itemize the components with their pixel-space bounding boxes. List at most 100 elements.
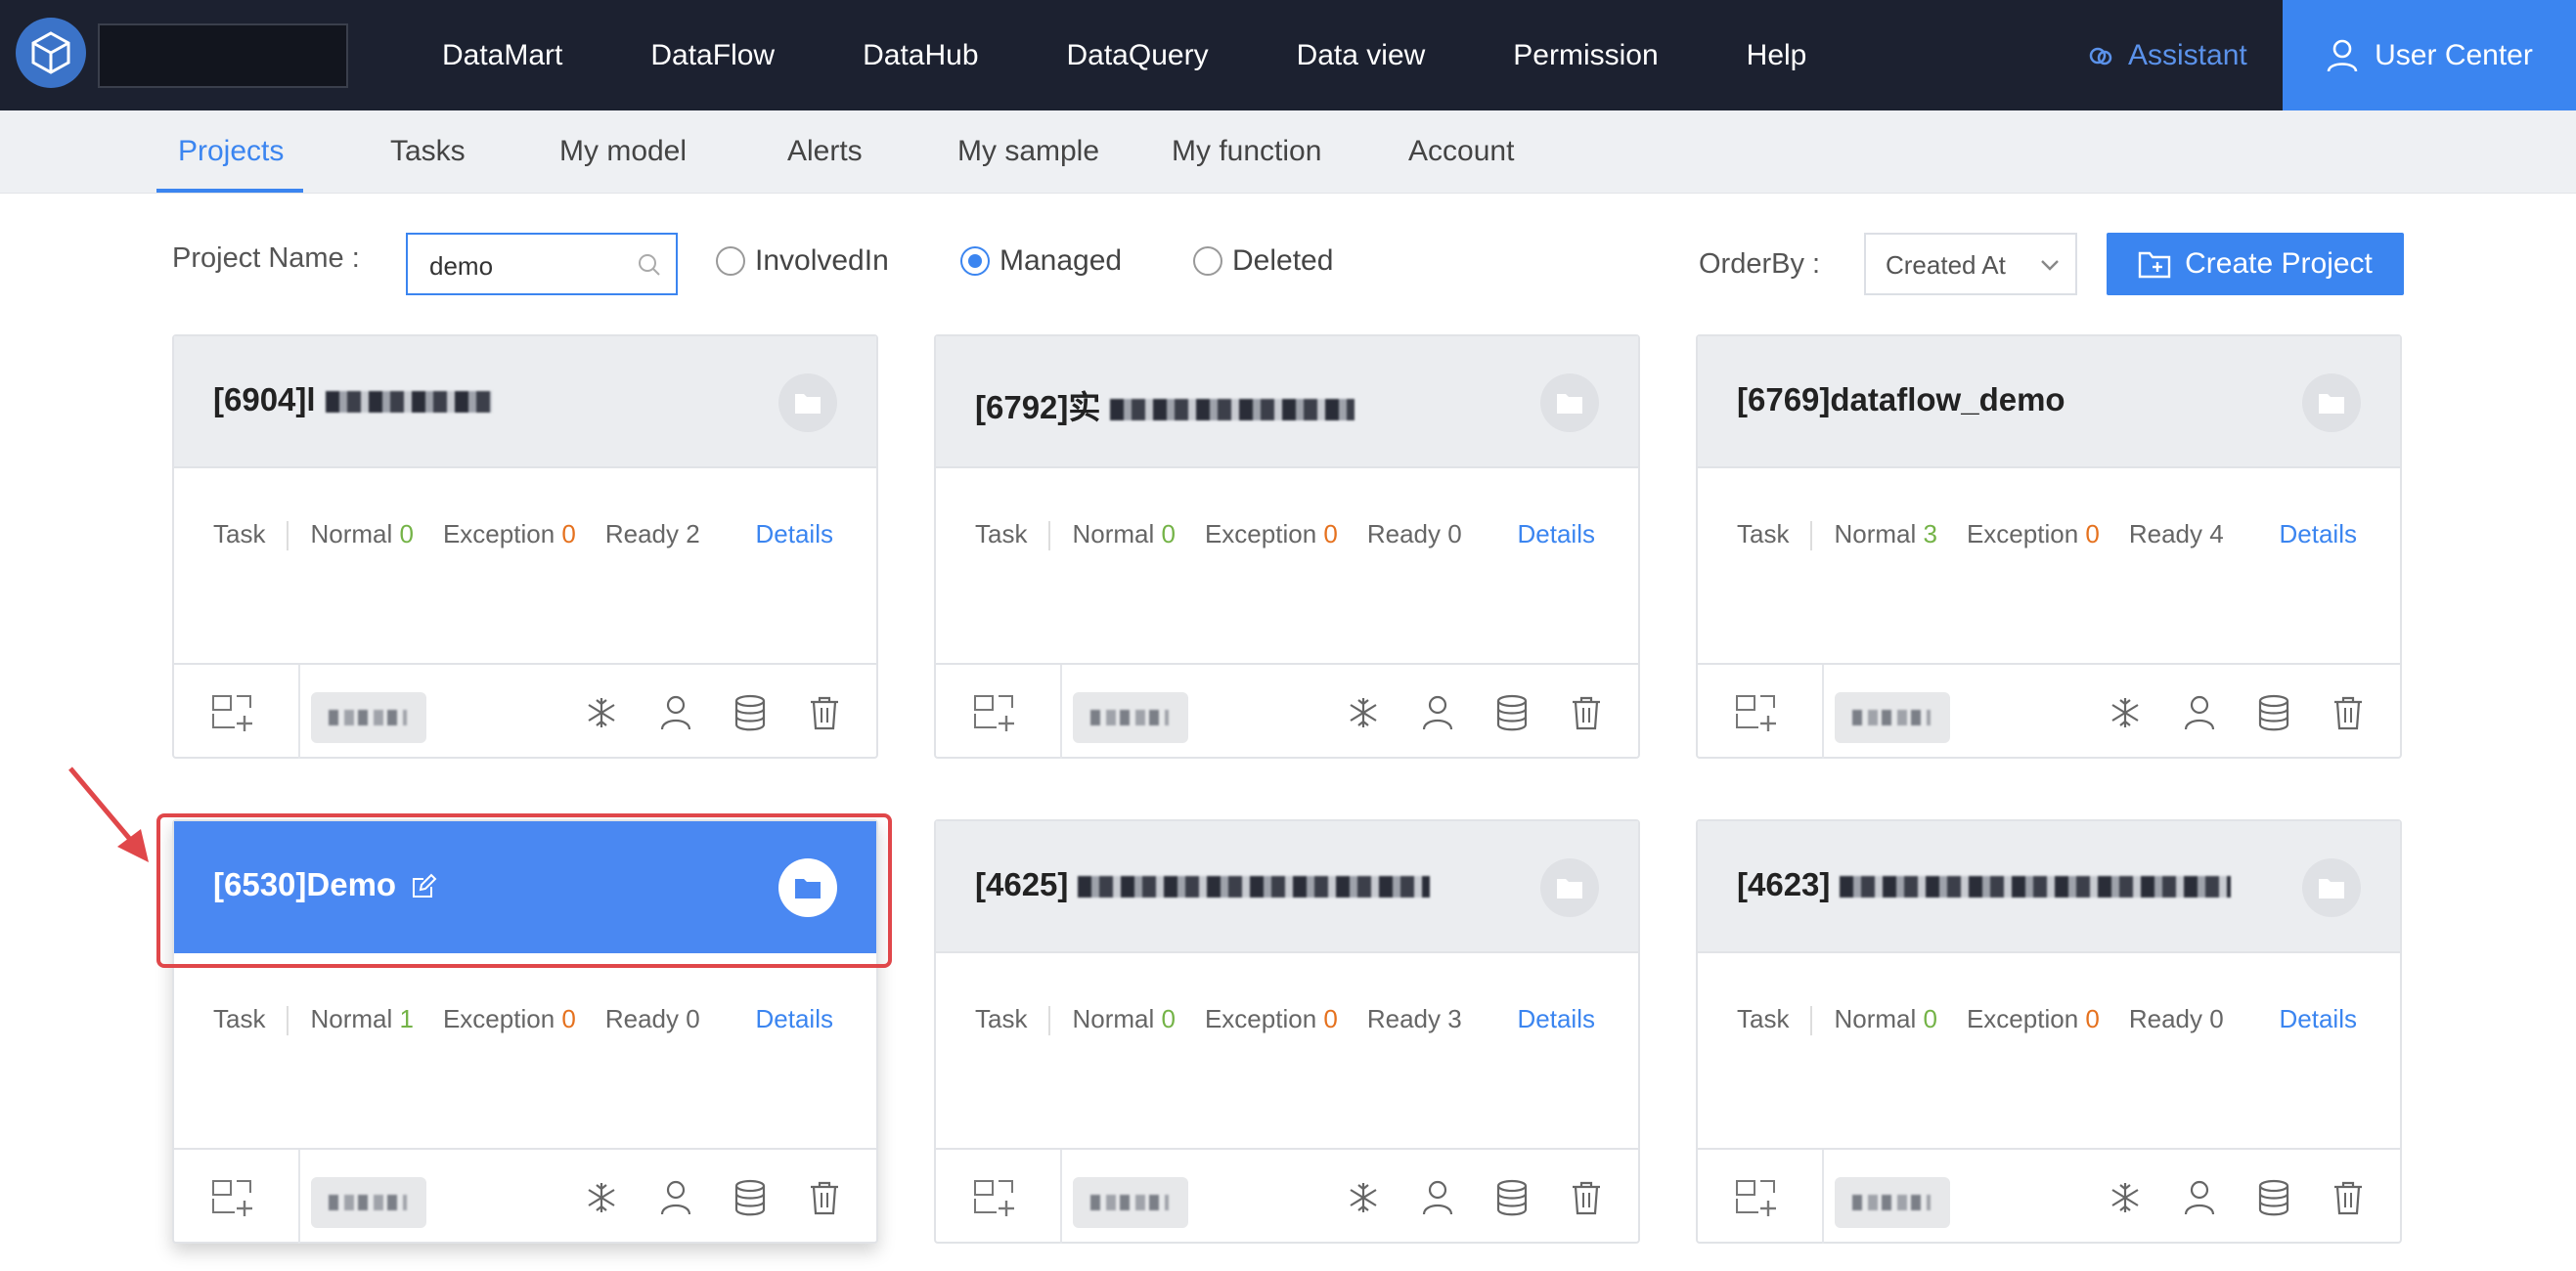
nav-item-help[interactable]: Help [1747, 39, 1807, 72]
details-link[interactable]: Details [1518, 1004, 1595, 1034]
project-card[interactable]: [4623] Task Normal 0 Exception 0 Ready 0 Deta… [1696, 819, 2402, 1244]
create-project-button[interactable]: Create Project [2107, 233, 2404, 295]
project-card[interactable]: [6904]l Task Normal 0 Exception 0 Ready 2 Det… [172, 334, 878, 759]
card-header[interactable]: [4623] [1698, 821, 2400, 953]
open-folder-button[interactable] [1540, 858, 1599, 917]
card-title[interactable]: [6904]l [213, 381, 492, 418]
database-icon[interactable] [1495, 1179, 1529, 1216]
trash-icon[interactable] [808, 694, 841, 731]
project-card[interactable]: [6792]实 Task Normal 0 Exception 0 Ready 0 Det… [934, 334, 1640, 759]
project-name-label: Project Name : [172, 242, 360, 274]
card-title[interactable]: [4625] [975, 866, 1431, 903]
snowflake-icon[interactable] [1347, 694, 1380, 731]
tab-tasks[interactable]: Tasks [390, 110, 466, 193]
details-link[interactable]: Details [1518, 519, 1595, 549]
database-icon[interactable] [733, 694, 767, 731]
open-folder-button[interactable] [2302, 373, 2361, 432]
redacted-title [1110, 399, 1355, 421]
radio-managed[interactable]: Managed [960, 244, 1122, 278]
nav-item-data-view[interactable]: Data view [1297, 39, 1426, 72]
trash-icon[interactable] [2332, 1179, 2365, 1216]
card-header[interactable]: [4625] [936, 821, 1638, 953]
details-link[interactable]: Details [2280, 519, 2357, 549]
add-member-icon[interactable] [973, 694, 1016, 738]
nav-item-dataflow[interactable]: DataFlow [650, 39, 775, 72]
add-member-icon[interactable] [1735, 694, 1778, 738]
details-link[interactable]: Details [756, 519, 833, 549]
nav-item-datamart[interactable]: DataMart [442, 39, 562, 72]
card-header[interactable]: [6792]实 [936, 336, 1638, 468]
assistant-button[interactable]: Assistant [2087, 0, 2247, 110]
exception-label: Exception [442, 519, 555, 548]
user-icon[interactable] [1421, 1179, 1454, 1216]
card-header[interactable]: [6769]dataflow_demo [1698, 336, 2400, 468]
add-member-icon[interactable] [973, 1179, 1016, 1223]
owner-badge [311, 1177, 426, 1228]
snowflake-icon[interactable] [585, 1179, 618, 1216]
card-title[interactable]: [6792]实 [975, 381, 1355, 428]
exception-label: Exception [1204, 1004, 1317, 1033]
nav-item-permission[interactable]: Permission [1513, 39, 1658, 72]
folder-icon [2319, 879, 2344, 898]
tab-my-model[interactable]: My model [559, 110, 687, 193]
snowflake-icon[interactable] [2109, 1179, 2142, 1216]
card-title-text: [6792]实 [975, 389, 1101, 425]
tab-my-function[interactable]: My function [1172, 110, 1321, 193]
user-icon[interactable] [2183, 694, 2216, 731]
database-icon[interactable] [733, 1179, 767, 1216]
card-title[interactable]: [6769]dataflow_demo [1737, 381, 2065, 418]
radio-circle[interactable] [716, 246, 745, 276]
card-header[interactable]: [6904]l [174, 336, 876, 468]
app-logo[interactable] [16, 18, 86, 88]
tab-account[interactable]: Account [1408, 110, 1514, 193]
annotation-arrow-icon [68, 767, 149, 862]
brand-name-box [98, 23, 348, 88]
open-folder-button[interactable] [2302, 858, 2361, 917]
radio-circle[interactable] [960, 246, 990, 276]
tab-alerts[interactable]: Alerts [787, 110, 863, 193]
details-link[interactable]: Details [2280, 1004, 2357, 1034]
database-icon[interactable] [2257, 1179, 2290, 1216]
snowflake-icon[interactable] [585, 694, 618, 731]
normal-count: 0 [1923, 1004, 1937, 1033]
tab-my-sample[interactable]: My sample [957, 110, 1099, 193]
trash-icon[interactable] [1570, 1179, 1603, 1216]
snowflake-icon[interactable] [2109, 694, 2142, 731]
tab-projects[interactable]: Projects [178, 110, 284, 193]
open-folder-button[interactable] [1540, 373, 1599, 432]
radio-deleted[interactable]: Deleted [1193, 244, 1333, 278]
project-search-box[interactable] [406, 233, 678, 295]
add-member-icon[interactable] [211, 694, 254, 738]
user-icon[interactable] [2183, 1179, 2216, 1216]
card-actions [544, 1179, 841, 1216]
database-icon[interactable] [1495, 694, 1529, 731]
trash-icon[interactable] [1570, 694, 1603, 731]
trash-icon[interactable] [2332, 694, 2365, 731]
add-member-icon[interactable] [1735, 1179, 1778, 1223]
database-icon[interactable] [2257, 694, 2290, 731]
task-label: Task [1737, 1004, 1790, 1033]
details-link[interactable]: Details [756, 1004, 833, 1034]
user-icon[interactable] [659, 694, 692, 731]
radio-involved-in[interactable]: InvolvedIn [716, 244, 889, 278]
project-search-input[interactable] [427, 246, 627, 285]
add-member-icon[interactable] [211, 1179, 254, 1223]
open-folder-button[interactable] [778, 373, 837, 432]
snowflake-icon[interactable] [1347, 1179, 1380, 1216]
trash-icon[interactable] [808, 1179, 841, 1216]
card-title[interactable]: [4623] [1737, 866, 2232, 903]
user-icon[interactable] [1421, 694, 1454, 731]
orderby-select[interactable]: Created At [1864, 233, 2077, 295]
user-center-button[interactable]: User Center [2283, 0, 2576, 110]
nav-item-dataquery[interactable]: DataQuery [1067, 39, 1209, 72]
project-card[interactable]: [6769]dataflow_demo Task Normal 3 Exception… [1696, 334, 2402, 759]
divider [1060, 665, 1062, 759]
radio-circle[interactable] [1193, 246, 1222, 276]
divider [1810, 1006, 1813, 1036]
card-title-text: [4625] [975, 866, 1069, 902]
nav-item-datahub[interactable]: DataHub [863, 39, 978, 72]
search-icon[interactable] [637, 252, 662, 278]
user-icon[interactable] [659, 1179, 692, 1216]
project-card[interactable]: [4625] Task Normal 0 Exception 0 Ready 3 Deta… [934, 819, 1640, 1244]
user-center-label: User Center [2375, 38, 2533, 71]
